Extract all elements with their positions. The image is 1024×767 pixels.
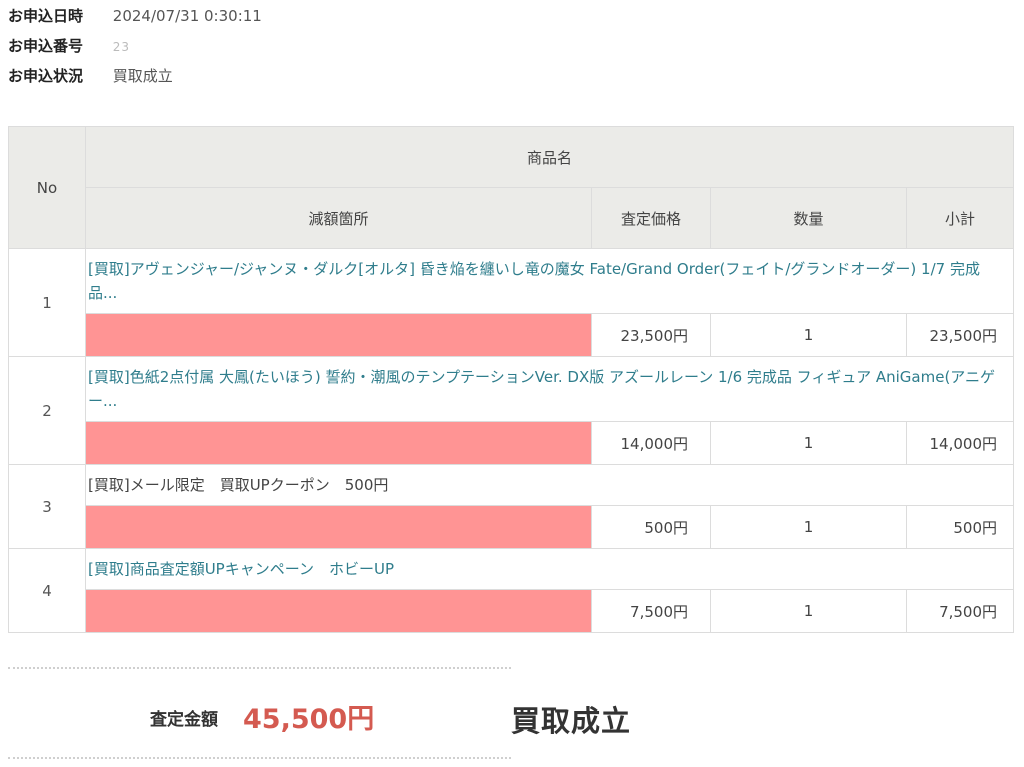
items-table: No 商品名 減額箇所 査定価格 数量 小計 1 [買取]アヴェンジャー/ジャン…	[8, 126, 1015, 633]
total-label: 査定金額	[150, 710, 218, 730]
product-link[interactable]: [買取]商品査定額UPキャンペーン ホビーUP	[88, 560, 394, 578]
price-cell: 500円	[591, 505, 711, 549]
subtotal-cell: 7,500円	[905, 589, 1015, 633]
total-amount: 45,500円	[243, 704, 375, 735]
quantity-cell: 1	[710, 421, 907, 465]
table-subheader-row: 減額箇所 査定価格 数量 小計	[9, 187, 1015, 249]
row-number: 2	[8, 356, 86, 465]
header-quantity: 数量	[710, 187, 907, 249]
product-link[interactable]: [買取]アヴェンジャー/ジャンヌ・ダルク[オルタ] 昏き焔を纏いし竜の魔女 Fa…	[88, 260, 980, 302]
header-subtotal: 小計	[905, 187, 1015, 249]
order-number-value: 23	[112, 40, 131, 54]
product-name-text: [買取]メール限定 買取UPクーポン 500円	[88, 476, 389, 494]
product-name-cell: [買取]アヴェンジャー/ジャンヌ・ダルク[オルタ] 昏き焔を纏いし竜の魔女 Fa…	[84, 248, 1015, 314]
order-date-value: 2024/07/31 0:30:11	[112, 7, 262, 25]
order-date-row: お申込日時 2024/07/31 0:30:11	[8, 2, 262, 32]
table-header-row: No 商品名	[8, 126, 1015, 249]
order-number-row: お申込番号 23	[8, 32, 262, 62]
table-row-values: 14,000円 1 14,000円	[9, 421, 1015, 465]
reduction-redacted	[85, 589, 592, 633]
header-product-name: 商品名	[84, 126, 1015, 188]
quantity-cell: 1	[710, 589, 907, 633]
result-status: 買取成立	[511, 704, 632, 738]
table-row: 3 [買取]メール限定 買取UPクーポン 500円	[8, 464, 1015, 549]
quantity-cell: 1	[710, 313, 907, 357]
table-row: 1 [買取]アヴェンジャー/ジャンヌ・ダルク[オルタ] 昏き焔を纏いし竜の魔女 …	[8, 248, 1015, 357]
quantity-cell: 1	[710, 505, 907, 549]
price-cell: 23,500円	[591, 313, 711, 357]
divider-top	[8, 667, 511, 669]
price-cell: 7,500円	[591, 589, 711, 633]
product-link[interactable]: [買取]色紙2点付属 大鳳(たいほう) 誓約・潮風のテンプテーションVer. D…	[88, 368, 995, 410]
order-status-label: お申込状況	[8, 67, 84, 85]
reduction-redacted	[85, 421, 592, 465]
reduction-redacted	[85, 313, 592, 357]
header-no: No	[8, 126, 86, 249]
product-name-cell: [買取]色紙2点付属 大鳳(たいほう) 誓約・潮風のテンプテーションVer. D…	[84, 356, 1015, 422]
product-name-cell: [買取]商品査定額UPキャンペーン ホビーUP	[84, 548, 1015, 590]
table-row-values: 500円 1 500円	[9, 505, 1015, 549]
table-row: 4 [買取]商品査定額UPキャンペーン ホビーUP	[8, 548, 1015, 633]
subtotal-cell: 14,000円	[905, 421, 1015, 465]
divider-bottom	[8, 757, 511, 759]
subtotal-cell: 23,500円	[905, 313, 1015, 357]
product-name-cell: [買取]メール限定 買取UPクーポン 500円	[84, 464, 1015, 506]
row-number: 1	[8, 248, 86, 357]
order-number-label: お申込番号	[8, 37, 84, 55]
order-info: お申込日時 2024/07/31 0:30:11 お申込番号 23 お申込状況 …	[8, 2, 262, 92]
row-number: 3	[8, 464, 86, 549]
price-cell: 14,000円	[591, 421, 711, 465]
table-row-values: 7,500円 1 7,500円	[9, 589, 1015, 633]
order-status-row: お申込状況 買取成立	[8, 62, 262, 92]
table-row-values: 23,500円 1 23,500円	[9, 313, 1015, 357]
subtotal-cell: 500円	[905, 505, 1015, 549]
header-price: 査定価格	[591, 187, 711, 249]
table-row: 2 [買取]色紙2点付属 大鳳(たいほう) 誓約・潮風のテンプテーションVer.…	[8, 356, 1015, 465]
reduction-redacted	[85, 505, 592, 549]
header-reduction: 減額箇所	[85, 187, 592, 249]
order-date-label: お申込日時	[8, 7, 84, 25]
row-number: 4	[8, 548, 86, 633]
order-status-value: 買取成立	[112, 67, 173, 85]
